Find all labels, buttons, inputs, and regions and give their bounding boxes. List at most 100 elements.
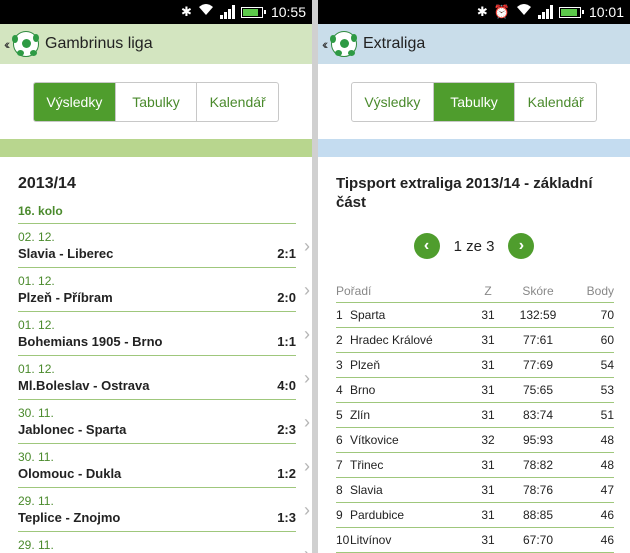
row-points: 53: [570, 377, 614, 403]
row-games: 32: [470, 427, 506, 453]
tab-kalendar[interactable]: Kalendář: [197, 83, 278, 121]
col-header-score: Skóre: [506, 280, 570, 303]
table-row[interactable]: 3 Plzeň 31 77:69 54: [336, 352, 614, 378]
match-teams: Teplice - Znojmo: [18, 510, 121, 525]
table-row[interactable]: 2 Hradec Králové 31 77:61 60: [336, 327, 614, 353]
row-points: 47: [570, 477, 614, 503]
app-title: Gambrinus liga: [45, 35, 153, 52]
status-bar: ✱ ⏰ 10:01: [318, 0, 630, 24]
standings-table: Pořadí Z Skóre Body 1 Sparta 31 132:59 70 2 Hr…: [336, 280, 614, 553]
match-row[interactable]: 01. 12. Bohemians 1905 - Brno 1:1 ›: [18, 312, 310, 356]
match-date: 01. 12.: [18, 362, 55, 376]
match-date: 01. 12.: [18, 274, 55, 288]
app-bar[interactable]: ‹‹ Extraliga: [318, 24, 630, 64]
row-games: 31: [470, 402, 506, 428]
row-position: 5: [336, 402, 350, 428]
alarm-icon: ⏰: [493, 4, 510, 19]
segmented-tabs: Výsledky Tabulky Kalendář: [351, 82, 597, 122]
row-team: Pardubice: [350, 502, 470, 528]
row-points: 51: [570, 402, 614, 428]
table-row[interactable]: 5 Zlín 31 83:74 51: [336, 402, 614, 428]
chevron-right-icon: ›: [304, 499, 310, 520]
row-position: 8: [336, 477, 350, 503]
match-date: 29. 11.: [18, 494, 54, 508]
tab-tabulky[interactable]: Tabulky: [116, 83, 198, 121]
row-score: 88:85: [506, 502, 570, 528]
chevron-right-icon: ›: [304, 367, 310, 388]
row-games: 31: [470, 352, 506, 378]
prev-page-button[interactable]: ‹: [413, 233, 440, 259]
clock: 10:01: [588, 4, 624, 20]
row-position: 9: [336, 502, 350, 528]
match-score: 2:3: [277, 422, 296, 437]
next-page-button[interactable]: ›: [508, 233, 535, 259]
row-team: Brno: [350, 377, 470, 403]
tab-tabulky[interactable]: Tabulky: [433, 83, 516, 121]
row-team: Zlín: [350, 402, 470, 428]
row-team: Vítkovice: [350, 427, 470, 453]
match-row[interactable]: 30. 11. Olomouc - Dukla 1:2 ›: [18, 444, 310, 488]
hockey-logo-icon: [330, 31, 357, 57]
match-row[interactable]: 01. 12. Plzeň - Příbram 2:0 ›: [18, 268, 310, 312]
pager: ‹ 1 ze 3 ›: [318, 233, 630, 259]
row-score: 132:59: [506, 302, 570, 328]
tab-vysledky[interactable]: Výsledky: [352, 83, 434, 121]
match-row[interactable]: 01. 12. Ml.Boleslav - Ostrava 4:0 ›: [18, 356, 310, 400]
status-icons: ✱ ⏰ 10:01: [477, 3, 624, 21]
app-bar[interactable]: ‹‹ Gambrinus liga: [0, 24, 312, 64]
table-row[interactable]: 9 Pardubice 31 88:85 46: [336, 502, 614, 528]
row-points: 54: [570, 352, 614, 378]
match-row[interactable]: 30. 11. Jablonec - Sparta 2:3 ›: [18, 400, 310, 444]
status-bar: ✱ 10:55: [0, 0, 312, 24]
table-row[interactable]: 4 Brno 31 75:65 53: [336, 377, 614, 403]
row-score: 77:69: [506, 352, 570, 378]
bluetooth-icon: ✱: [181, 4, 192, 19]
table-row[interactable]: 1 Sparta 31 132:59 70: [336, 302, 614, 328]
row-position: 6: [336, 427, 350, 453]
round-label: 16. kolo: [18, 204, 296, 224]
table-row[interactable]: 8 Slavia 31 78:76 47: [336, 477, 614, 503]
section-band: [0, 139, 312, 157]
row-team: Třinec: [350, 452, 470, 478]
table-row[interactable]: 6 Vítkovice 32 95:93 48: [336, 427, 614, 453]
row-score: 75:65: [506, 377, 570, 403]
match-teams: Jablonec - Sparta: [18, 422, 127, 437]
page-indicator: 1 ze 3: [453, 237, 495, 255]
match-row[interactable]: 29. 11. ›: [18, 532, 310, 553]
back-icon[interactable]: ‹‹: [322, 36, 330, 52]
chevron-right-icon: ›: [304, 411, 310, 432]
row-games: 31: [470, 477, 506, 503]
match-teams: Slavia - Liberec: [18, 246, 114, 261]
row-position: 10: [336, 527, 350, 553]
col-header-pos: Pořadí: [336, 280, 470, 303]
row-games: 31: [470, 302, 506, 328]
wifi-icon: [198, 3, 214, 21]
signal-icon: [219, 5, 235, 19]
match-score: 1:2: [277, 466, 296, 481]
tab-kalendar[interactable]: Kalendář: [515, 83, 596, 121]
row-score: 78:82: [506, 452, 570, 478]
phone-left: ✱ 10:55 ‹‹ Gambrinus liga Výsledky Tabul…: [0, 0, 312, 553]
back-icon[interactable]: ‹‹: [4, 36, 12, 52]
match-date: 30. 11.: [18, 450, 54, 464]
row-position: 3: [336, 352, 350, 378]
match-row[interactable]: 29. 11. Teplice - Znojmo 1:3 ›: [18, 488, 310, 532]
row-team: Slavia: [350, 477, 470, 503]
row-team: Hradec Králové: [350, 327, 470, 353]
tab-vysledky[interactable]: Výsledky: [34, 83, 116, 121]
row-points: 70: [570, 302, 614, 328]
match-row[interactable]: 02. 12. Slavia - Liberec 2:1 ›: [18, 224, 310, 268]
match-score: 2:0: [277, 290, 296, 305]
table-row[interactable]: 10 Litvínov 31 67:70 46: [336, 527, 614, 553]
match-date: 01. 12.: [18, 318, 55, 332]
row-position: 4: [336, 377, 350, 403]
status-icons: ✱ 10:55: [181, 3, 306, 21]
section-band: [318, 139, 630, 157]
table-row[interactable]: 7 Třinec 31 78:82 48: [336, 452, 614, 478]
chevron-right-icon: ›: [304, 235, 310, 256]
row-points: 46: [570, 502, 614, 528]
match-teams: Olomouc - Dukla: [18, 466, 122, 481]
col-header-z: Z: [470, 280, 506, 303]
row-games: 31: [470, 502, 506, 528]
standings-body: 1 Sparta 31 132:59 70 2 Hradec Králové 31 77:61 6…: [336, 302, 614, 553]
